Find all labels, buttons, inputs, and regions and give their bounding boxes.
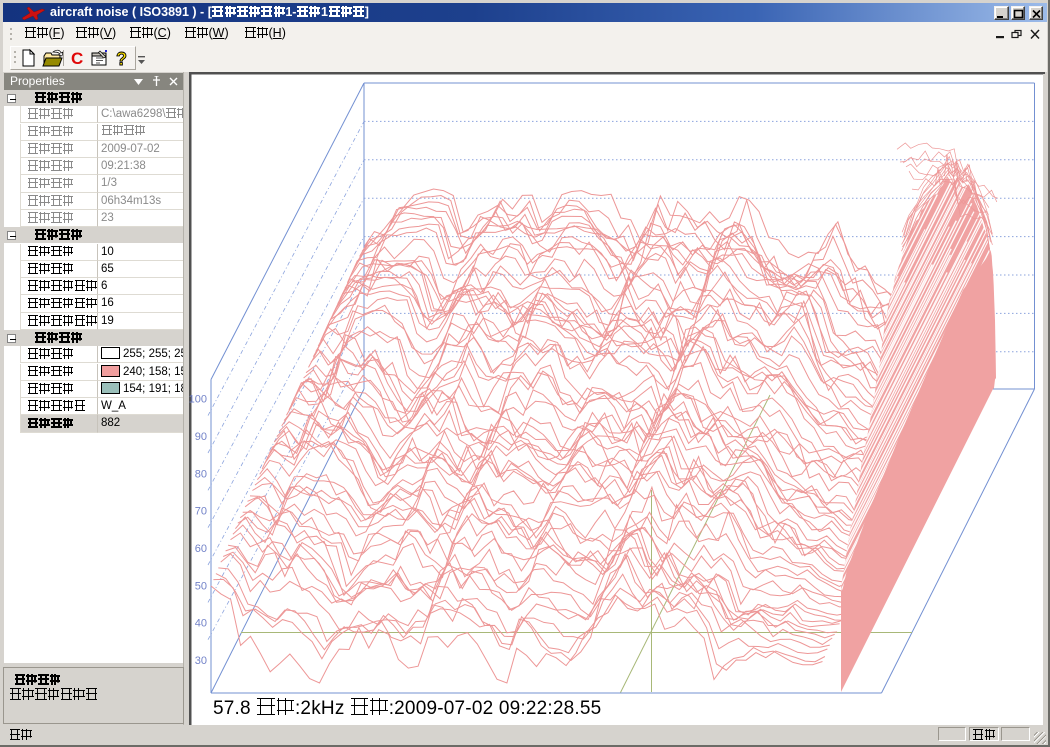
svg-text:60: 60 — [195, 543, 207, 555]
svg-text:40: 40 — [195, 618, 207, 630]
svg-text:30: 30 — [195, 655, 207, 667]
svg-text:C: C — [71, 49, 83, 68]
svg-text:80: 80 — [195, 468, 207, 480]
svg-text:90: 90 — [195, 431, 207, 443]
svg-text:?: ? — [116, 49, 127, 68]
svg-text:50: 50 — [195, 580, 207, 592]
svg-text:70: 70 — [195, 506, 207, 518]
svg-text:100: 100 — [189, 394, 207, 406]
